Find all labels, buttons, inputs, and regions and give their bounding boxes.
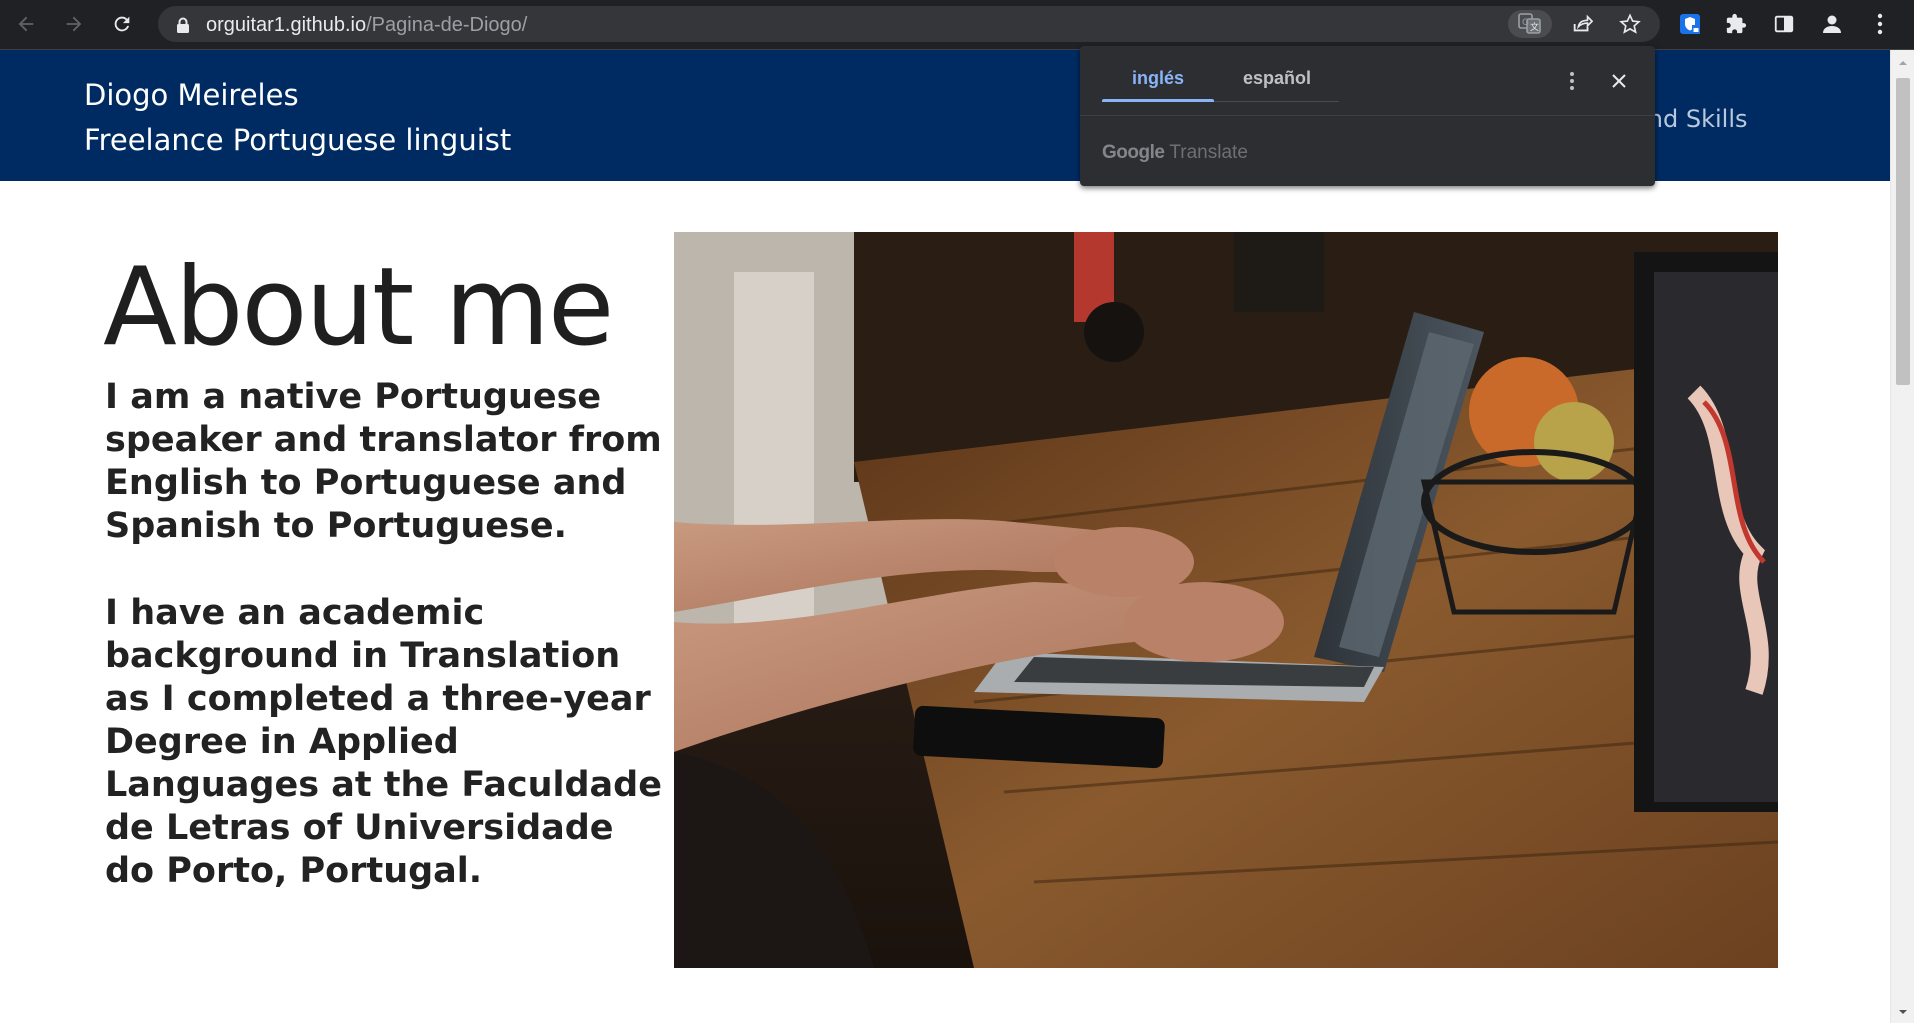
puzzle-icon[interactable] (1722, 10, 1750, 38)
scrollbar-thumb[interactable] (1896, 78, 1910, 385)
url-path: /Pagina-de-Diogo/ (366, 14, 528, 36)
google-translate-branding: Google Translate (1102, 142, 1248, 164)
translate-tabs: inglés español (1080, 46, 1655, 116)
scroll-up-arrow-icon[interactable] (1897, 56, 1909, 68)
scroll-down-arrow-icon[interactable] (1897, 1005, 1909, 1017)
background-paragraph: I have an academic background in Transla… (105, 593, 662, 891)
more-options-icon[interactable] (1560, 68, 1584, 94)
back-icon[interactable] (12, 10, 40, 38)
browser-toolbar: orguitar1.github.io/Pagina-de-Diogo/ G文 (0, 0, 1914, 50)
site-tagline: Freelance Portuguese linguist (84, 123, 512, 157)
url-text[interactable]: orguitar1.github.io/Pagina-de-Diogo/ (206, 14, 527, 37)
tab-ingles[interactable]: inglés (1132, 68, 1184, 89)
laptop-photo (674, 232, 1778, 968)
intro-paragraph: I am a native Portuguese speaker and tra… (105, 377, 662, 546)
side-panel-icon[interactable] (1770, 10, 1798, 38)
translate-popup: inglés español Google Translate (1080, 46, 1655, 186)
close-icon[interactable] (1606, 68, 1632, 94)
tab-espanol[interactable]: español (1243, 68, 1311, 89)
profile-icon[interactable] (1818, 10, 1846, 38)
tab-divider (1214, 101, 1339, 102)
menu-icon[interactable] (1866, 10, 1894, 38)
url-host: orguitar1.github.io (206, 14, 367, 36)
vertical-scrollbar[interactable] (1890, 50, 1914, 1023)
google-logo-text: Google (1102, 142, 1165, 163)
star-icon[interactable] (1616, 10, 1644, 38)
address-bar[interactable]: orguitar1.github.io/Pagina-de-Diogo/ G文 (158, 6, 1660, 42)
svg-text:文: 文 (1530, 21, 1539, 33)
reload-icon[interactable] (108, 10, 136, 38)
translate-label: Translate (1169, 142, 1248, 163)
translate-icon[interactable]: G文 (1508, 10, 1552, 38)
site-name[interactable]: Diogo Meireles (84, 78, 299, 112)
active-tab-indicator (1102, 99, 1214, 102)
svg-text:G: G (1522, 18, 1529, 28)
forward-icon[interactable] (60, 10, 88, 38)
extension-shield-icon[interactable] (1676, 10, 1704, 38)
lock-icon[interactable] (176, 17, 190, 38)
page-title: About me (103, 245, 614, 370)
share-icon[interactable] (1568, 10, 1596, 38)
